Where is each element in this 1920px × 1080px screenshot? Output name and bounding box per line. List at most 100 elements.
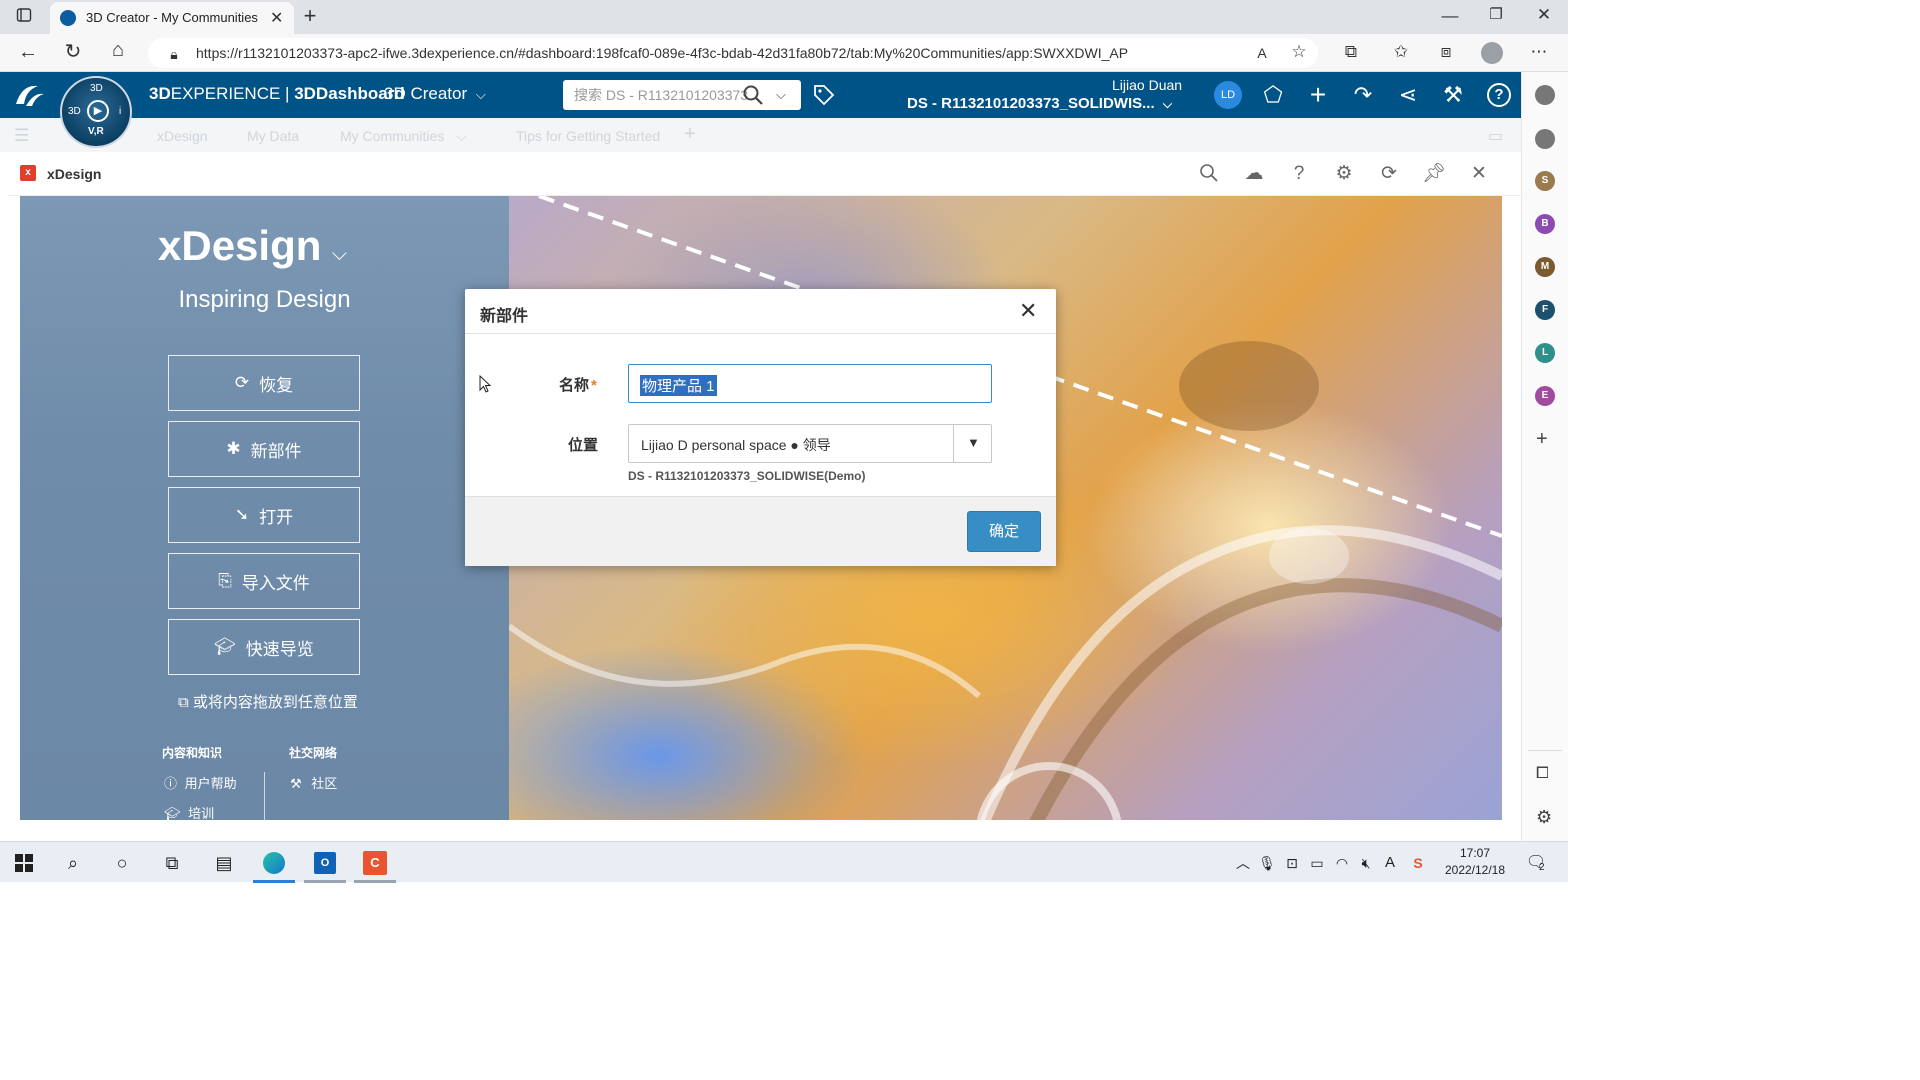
outlook-icon[interactable]: O (313, 851, 337, 875)
windows-start-icon[interactable] (12, 851, 36, 875)
brand-separator: | (280, 84, 295, 103)
location-value: Lijiao D personal space ● 领导 (641, 437, 831, 453)
taskbar-search-icon[interactable]: ⌕ (61, 851, 85, 875)
file-manager-icon[interactable]: ▤ (212, 851, 236, 875)
extensions-icon[interactable]: ⧉ (1339, 42, 1363, 62)
task-view-icon[interactable]: ⧉ (160, 851, 184, 875)
help-icon[interactable]: ? (1487, 83, 1511, 107)
favorites-add-icon[interactable]: ☆ (1287, 42, 1311, 62)
location-dropdown-button[interactable]: ▼ (953, 425, 992, 462)
reload-icon[interactable]: ↻ (61, 42, 85, 62)
add-icon[interactable]: + (1304, 81, 1332, 109)
search-scope-chevron-icon[interactable]: ⌵ (776, 87, 786, 103)
share-icon[interactable]: ↷ (1349, 82, 1377, 108)
rail-circle-icon[interactable] (1535, 85, 1555, 105)
edge-browser-icon[interactable] (262, 851, 286, 875)
dialog-close-icon[interactable]: ✕ (1019, 298, 1037, 324)
volume-muted-icon[interactable]: 🔇︎ (1354, 851, 1378, 875)
lock-icon[interactable]: 🔒︎ (162, 44, 186, 64)
rail-avatar[interactable]: M (1535, 257, 1555, 277)
location-select[interactable]: Lijiao D personal space ● 领导 ▼ (628, 424, 992, 463)
widget-close-icon[interactable]: ✕ (1467, 163, 1491, 185)
clock[interactable]: 17:07 2022/12/18 (1440, 845, 1510, 879)
search-input[interactable]: 搜索 DS - R1132101203373 (563, 80, 801, 110)
location-label: 位置 (568, 437, 599, 454)
import-file-button[interactable]: ⎘ 导入文件 (168, 553, 360, 609)
creator-app-icon[interactable]: C (363, 851, 387, 875)
tab-close-icon[interactable]: ✕ (270, 8, 283, 28)
rail-avatar[interactable]: B (1535, 214, 1555, 234)
add-tab-icon[interactable]: + (684, 123, 696, 146)
sogou-input-icon[interactable]: S (1406, 851, 1430, 875)
microphone-icon[interactable]: 🎙︎ (1255, 851, 1279, 875)
user-avatar[interactable]: LD (1214, 81, 1242, 109)
rail-settings-icon[interactable]: ⚙ (1536, 807, 1552, 828)
rail-circle-icon[interactable] (1535, 129, 1555, 149)
home-icon[interactable]: ⌂ (106, 40, 130, 60)
network-icon[interactable]: ⋖ (1394, 82, 1422, 108)
tab-tips[interactable]: Tips for Getting Started (516, 128, 660, 144)
compass-play-icon[interactable]: ▶ (87, 100, 109, 122)
refresh-icon[interactable]: ⟳ (1377, 163, 1401, 185)
pin-icon[interactable]: 📌︎ (1422, 163, 1446, 185)
chat-icon[interactable]: ▭ (1488, 126, 1503, 146)
ds-logo-icon[interactable] (12, 80, 46, 110)
collections-icon[interactable]: ⧈ (1434, 42, 1458, 62)
rail-avatar[interactable]: L (1535, 343, 1555, 363)
rail-avatar[interactable]: F (1535, 300, 1555, 320)
user-name: Lijiao Duan (1112, 77, 1183, 93)
more-menu-icon[interactable]: ⋯ (1527, 42, 1551, 62)
open-button[interactable]: ➘ 打开 (168, 487, 360, 543)
compass-icon[interactable]: 3D 3D i V,R ▶ (60, 76, 132, 148)
tenant-selector[interactable]: DS - R1132101203373_SOLIDWIS... ⌵ (907, 95, 1172, 112)
user-help-link[interactable]: ⓘ 用户帮助 (164, 773, 237, 792)
minimize-icon[interactable]: — (1438, 6, 1462, 26)
name-label-text: 名称 (559, 377, 590, 394)
ok-button[interactable]: 确定 (967, 511, 1041, 552)
read-aloud-icon[interactable]: A (1250, 43, 1274, 63)
settings-icon[interactable]: ⚙ (1332, 163, 1356, 185)
tray-chevron-icon[interactable]: ︿ (1231, 851, 1255, 875)
profile-avatar-icon[interactable] (1481, 42, 1503, 64)
url-field[interactable]: https://r1132101203373-apc2-ifwe.3dexper… (148, 38, 1318, 68)
tab-xdesign[interactable]: xDesign (157, 128, 208, 144)
training-icon: 🎓︎ (164, 806, 181, 820)
sidebar-toggle-icon[interactable]: ⧠ (1536, 765, 1549, 783)
back-icon[interactable]: ← (16, 42, 40, 62)
window-close-icon[interactable]: ✕ (1532, 5, 1556, 25)
training-link[interactable]: 🎓︎ 培训 (164, 803, 214, 820)
new-part-button[interactable]: ✱ 新部件 (168, 421, 360, 477)
tab-actions-icon[interactable] (12, 7, 36, 28)
new-tab-icon[interactable]: + (298, 5, 322, 27)
cloud-icon[interactable]: ☁ (1242, 163, 1266, 185)
quick-tour-button[interactable]: 🎓︎ 快速导览 (168, 619, 360, 675)
rail-add-icon[interactable]: + (1536, 428, 1548, 451)
maximize-icon[interactable]: ❐ (1484, 5, 1508, 25)
widget-search-icon[interactable] (1197, 163, 1221, 189)
collaborate-icon[interactable]: ⚒ (1439, 82, 1467, 108)
tag-icon[interactable] (812, 83, 836, 107)
battery-icon[interactable]: ▭ (1305, 851, 1329, 875)
xdesign-app-icon: x (20, 165, 36, 181)
search-icon[interactable] (742, 84, 764, 106)
browser-tab[interactable]: 3D Creator - My Communities ✕ (50, 2, 294, 34)
app-switcher[interactable]: 3D Creator ⌵ (384, 84, 486, 104)
name-input[interactable]: 物理产品 1 (628, 364, 992, 403)
cortana-icon[interactable]: ○ (110, 851, 134, 875)
community-label: 社区 (311, 776, 338, 791)
community-link[interactable]: ⚒ 社区 (290, 773, 337, 792)
ime-indicator[interactable]: A (1378, 851, 1402, 875)
hamburger-icon[interactable]: ☰ (14, 126, 29, 146)
rail-avatar[interactable]: S (1535, 171, 1555, 191)
app-title-dropdown[interactable]: xDesign ⌵ (158, 222, 347, 270)
tab-my-communities[interactable]: My Communities ⌵ (340, 128, 467, 145)
restore-button[interactable]: ⟳ 恢复 (168, 355, 360, 411)
favorites-icon[interactable]: ✩ (1389, 42, 1413, 62)
rail-avatar[interactable]: E (1535, 386, 1555, 406)
wifi-icon[interactable]: ◠ (1330, 851, 1354, 875)
tab-my-data[interactable]: My Data (247, 128, 299, 144)
compass-tag-icon[interactable]: ⬠ (1259, 82, 1287, 108)
widget-help-icon[interactable]: ? (1287, 163, 1311, 185)
tray-app-icon[interactable]: ⊡ (1280, 851, 1304, 875)
dialog-header: 新部件 ✕ (465, 289, 1056, 334)
